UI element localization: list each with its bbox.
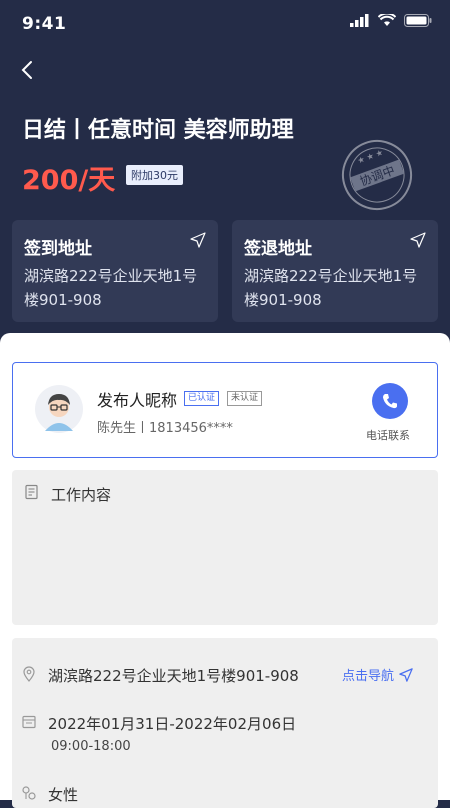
avatar (35, 385, 83, 433)
checkout-label: 签退地址 (244, 239, 312, 259)
verified-tag: 已认证 (184, 391, 220, 406)
detail-sheet: 发布人昵称 已认证 未认证 陈先生丨1813456**** 电话联系 工作内容 … (0, 333, 450, 808)
checkin-address: 湖滨路222号企业天地1号楼901-908 (24, 267, 198, 309)
publisher-name: 发布人昵称 (97, 391, 178, 410)
checkout-address: 湖滨路222号企业天地1号楼901-908 (244, 267, 418, 309)
unverified-tag: 未认证 (227, 391, 263, 406)
status-bar: 9:41 (0, 0, 450, 48)
info-date-range: 2022年01月31日-2022年02月06日 (48, 715, 297, 733)
document-icon (25, 484, 38, 500)
checkin-address-card: 签到地址 湖滨路222号企业天地1号楼901-908 (12, 220, 218, 322)
publisher-contact: 陈先生丨1813456**** (97, 421, 233, 436)
publisher-card: 发布人昵称 已认证 未认证 陈先生丨1813456**** 电话联系 (12, 362, 438, 458)
call-label: 电话联系 (366, 429, 410, 442)
svg-text:★ ★ ★: ★ ★ ★ (356, 148, 384, 166)
job-price: 200/天 (22, 165, 116, 196)
battery-icon (404, 14, 432, 27)
location-pin-icon (23, 666, 35, 682)
signal-icon (350, 14, 369, 27)
gender-icon (22, 786, 36, 800)
navigate-icon[interactable] (410, 232, 426, 248)
status-stamp: 协调中 ★ ★ ★ (342, 140, 412, 210)
info-gender: 女性 (48, 786, 79, 804)
calendar-icon (22, 715, 36, 729)
status-icons (350, 14, 432, 27)
status-time: 9:41 (22, 14, 67, 34)
work-content-title: 工作内容 (51, 486, 112, 504)
job-title: 日结丨任意时间 美容师助理 (22, 118, 294, 143)
navigate-link-label: 点击导航 (342, 669, 395, 684)
checkout-address-card: 签退地址 湖滨路222号企业天地1号楼901-908 (232, 220, 438, 322)
job-header: 9:41 日结丨任意时间 美容师助理 200/天 附加30元 协调中 ★ ★ ★… (0, 0, 450, 340)
wifi-icon (378, 14, 396, 26)
navigate-link[interactable]: 点击导航 (342, 665, 413, 684)
job-info-box: 湖滨路222号企业天地1号楼901-908 点击导航 2022年01月31日-2… (12, 638, 438, 808)
stamp-text: 协调中 (358, 162, 397, 188)
checkin-label: 签到地址 (24, 239, 92, 259)
info-address: 湖滨路222号企业天地1号楼901-908 (48, 667, 299, 685)
back-icon[interactable] (16, 58, 40, 82)
extra-pay-badge: 附加30元 (126, 165, 183, 185)
info-time-range: 09:00-18:00 (51, 739, 131, 754)
work-content-box: 工作内容 (12, 470, 438, 625)
navigate-icon[interactable] (190, 232, 206, 248)
navigate-icon (399, 667, 413, 682)
call-button[interactable] (372, 383, 408, 419)
phone-icon (383, 394, 397, 409)
